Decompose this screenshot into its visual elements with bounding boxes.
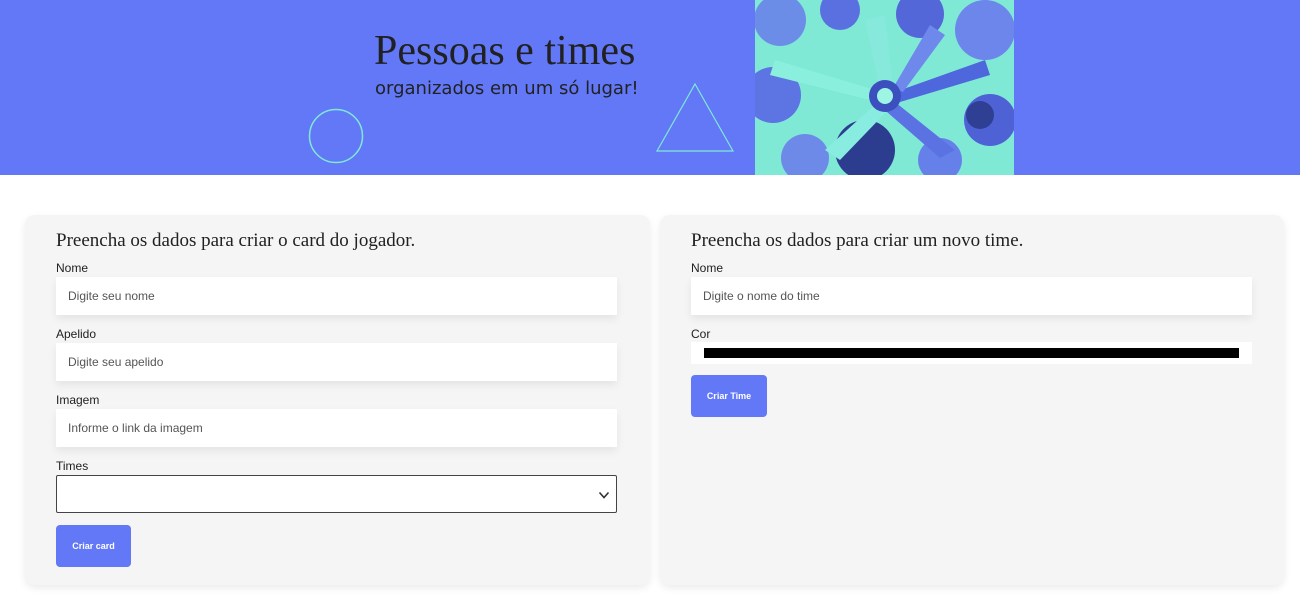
team-form: Preencha os dados para criar um novo tim… [660, 215, 1284, 585]
player-form-heading: Preencha os dados para criar o card do j… [56, 230, 416, 251]
team-name-label: Nome [691, 261, 724, 275]
player-nickname-input[interactable] [56, 343, 617, 381]
player-form: Preencha os dados para criar o card do j… [25, 215, 650, 585]
banner: Pessoas e times organizados em um só lug… [0, 0, 1300, 175]
team-color-label: Cor [691, 327, 711, 341]
team-photo [755, 0, 1014, 175]
team-color-input[interactable] [691, 342, 1252, 364]
banner-subtitle: organizados em um só lugar! [375, 78, 639, 99]
triangle-decoration-icon [655, 83, 735, 152]
player-image-label: Imagem [56, 393, 100, 407]
circle-decoration-icon [308, 108, 364, 164]
player-name-label: Nome [56, 261, 89, 275]
create-card-button[interactable]: Criar card [56, 525, 131, 567]
create-team-button[interactable]: Criar Time [691, 375, 767, 417]
teams-label: Times [56, 459, 89, 473]
team-name-input[interactable] [691, 277, 1252, 315]
teams-select[interactable] [56, 475, 617, 513]
player-nickname-label: Apelido [56, 327, 97, 341]
team-form-heading: Preencha os dados para criar um novo tim… [691, 230, 1024, 251]
color-swatch [704, 348, 1239, 358]
player-name-input[interactable] [56, 277, 617, 315]
player-image-input[interactable] [56, 409, 617, 447]
banner-title: Pessoas e times [374, 28, 636, 74]
chevron-down-icon [598, 491, 610, 499]
